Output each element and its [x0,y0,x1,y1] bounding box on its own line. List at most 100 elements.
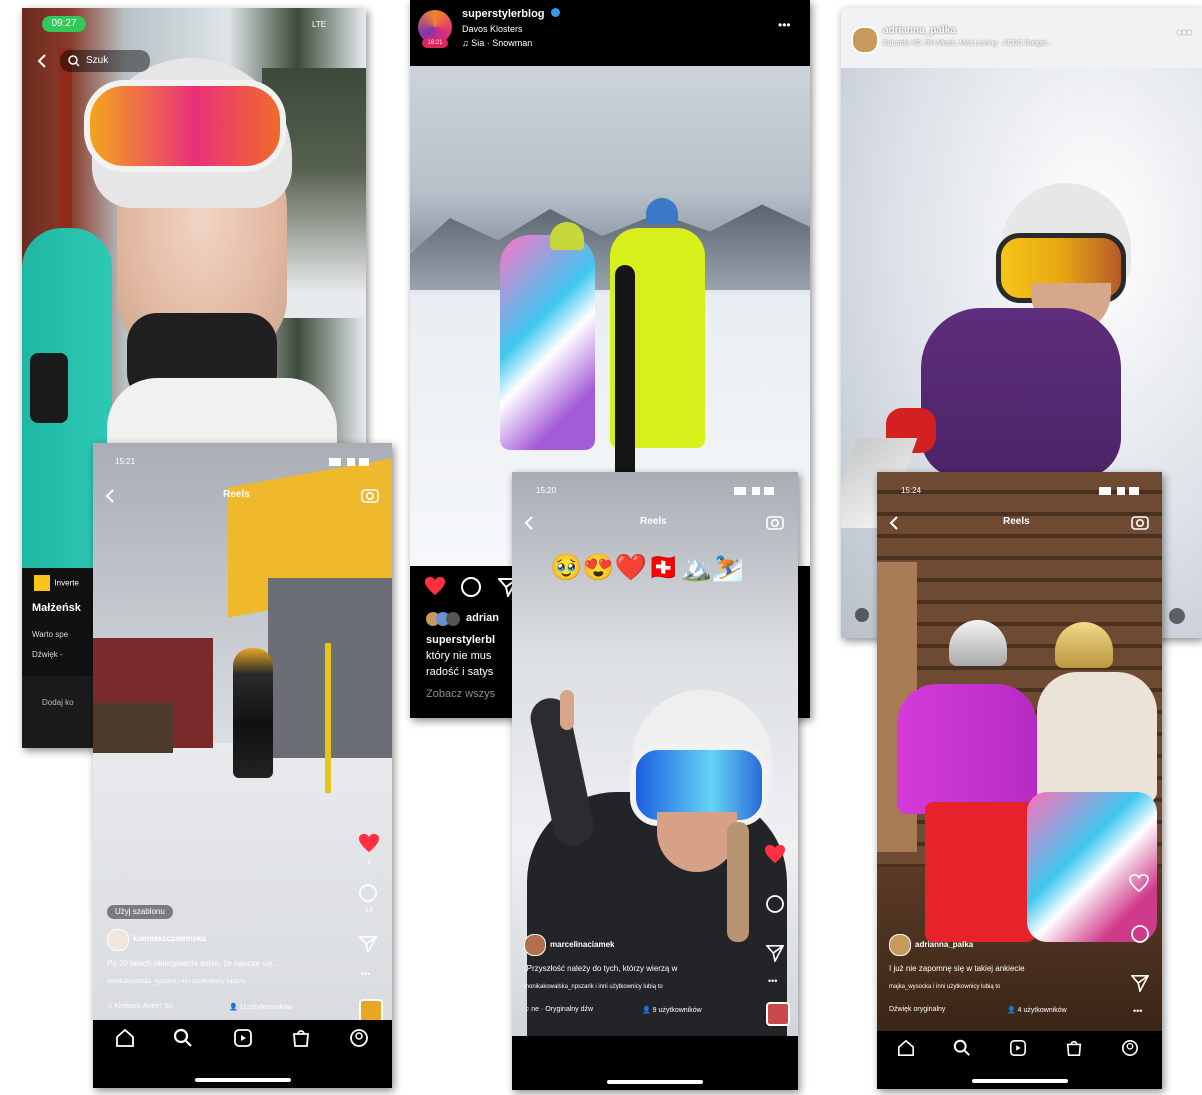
music-note-icon: ♫ [107,1003,113,1010]
audio-label[interactable]: ♫ Kimberly Anne) Su [107,1003,172,1010]
people-count[interactable]: 👤 11 użytkowników [229,1003,292,1011]
tagged-likes[interactable]: monikakowalska_npszarik i inni użytkowni… [524,984,663,990]
creator-avatar[interactable] [524,934,546,956]
reel-caption[interactable]: I już nie zapomnę się w takiej ankiecie [889,964,1025,973]
person-icon: 👤 [642,1007,651,1014]
comment-icon[interactable] [358,883,380,905]
avatar[interactable] [851,26,879,54]
status-icons [1099,487,1139,495]
comment-icon[interactable] [765,894,787,916]
home-icon[interactable] [115,1028,137,1050]
liked-by-text[interactable]: adrian [466,612,499,624]
people-count[interactable]: 👤 4 użytkowników [1007,1006,1067,1014]
audio-label[interactable]: ♫ ne · Oryginalny dźw [524,1006,593,1013]
more-icon[interactable]: ••• [768,976,777,986]
comment-input[interactable]: Dodaj ko [42,698,74,707]
creator-avatar[interactable] [107,929,129,951]
shop-icon[interactable] [1065,1039,1087,1061]
audio-thumb[interactable] [766,1002,790,1026]
like-icon[interactable] [424,576,446,601]
reels-header: Reels [223,489,250,500]
search-icon[interactable] [173,1028,195,1050]
search-text: Szuk [86,55,109,66]
story-music[interactable]: Eduardo XD, RH Music, Matt Lowing · ACDC… [883,40,1052,47]
profile-icon[interactable] [1121,1039,1143,1061]
post-more-icon[interactable]: ••• [778,18,791,32]
search-bar[interactable]: Szuk [60,50,150,72]
back-icon[interactable] [105,489,115,508]
reel-caption[interactable]: Po 20 latach obiecywania sobie, że naucz… [107,959,279,968]
like-heart-icon[interactable] [764,844,786,866]
person-right-helmet [646,198,678,224]
more-icon[interactable]: ••• [1177,24,1192,40]
creator-username[interactable]: marcelinaciamek [550,940,615,949]
back-icon[interactable] [36,54,48,68]
bottom-nav [877,1031,1162,1089]
pointing-finger [560,690,574,730]
people-count[interactable]: 👤 9 użytkowników [642,1006,702,1014]
more-icon[interactable]: ••• [361,969,370,979]
screenshot-reels-goggles: 15:20 Reels 🥹😍❤️🇨🇭🏔️⛷️ ••• marcelinaciam… [512,472,798,1090]
red-pants [925,802,1035,942]
back-icon[interactable] [524,516,534,535]
creator-avatar[interactable] [889,934,911,956]
more-icon[interactable]: ••• [1133,1006,1142,1016]
screenshot-reels-chairlift: 15:21 Reels 1 14 ••• Użyj szablonu kamil… [93,443,392,1088]
use-template-button[interactable]: Użyj szablonu [107,905,173,919]
post-username-text: superstylerblog [462,8,545,20]
post-location[interactable]: Davos Klosters [462,24,523,34]
audio-label[interactable]: Dźwięk oryginalny [889,1006,945,1013]
creator-username[interactable]: kamilaszczawinska [133,934,206,943]
tagged-likes[interactable]: monikakowalska_npszarik i inni użytkowni… [107,979,246,985]
home-icon[interactable] [897,1039,919,1061]
camera-icon[interactable] [766,514,784,535]
screenshot-reels-cabin: 15:24 Reels ••• adrianna_palka I już nie… [877,472,1162,1089]
comment-icon[interactable] [460,576,482,603]
share-icon[interactable] [358,935,381,957]
comment-icon[interactable] [1130,924,1152,946]
story-username[interactable]: adrianna_palka [883,25,956,36]
volume-icon[interactable] [1169,608,1185,624]
like-count: 1 [367,859,371,866]
search-icon[interactable] [953,1039,975,1061]
search-icon [68,54,80,72]
view-all-comments[interactable]: Zobacz wszys [426,688,495,700]
shop-icon[interactable] [291,1028,313,1050]
creator-username[interactable]: adrianna_palka [915,940,973,949]
like-heart-icon[interactable] [358,833,380,855]
profile-icon-left[interactable] [855,608,869,622]
skier-figure [233,648,273,778]
share-icon[interactable] [765,944,788,966]
camera-icon[interactable] [361,487,379,508]
share-icon[interactable] [1130,974,1153,996]
profile-icon[interactable] [349,1028,371,1050]
post-username[interactable]: superstylerblog [462,8,560,20]
liked-by-avatars[interactable] [426,612,460,626]
tagged-likes[interactable]: majka_wysocka i inni użytkownicy lubią t… [889,984,1000,990]
home-indicator [194,1078,291,1082]
reels-icon[interactable] [233,1028,255,1050]
goggles [84,80,286,172]
reel-caption[interactable]: „Przyszłość należy do tych, którzy wierz… [524,964,677,973]
post-music-text: Sia · Snowman [471,38,533,48]
status-time: 15:20 [536,486,557,495]
comment-count: 14 [365,907,373,914]
reels-icon[interactable] [1009,1039,1031,1061]
caption-username[interactable]: superstylerbl [426,634,495,646]
sound-label[interactable]: Dźwięk - [32,650,63,659]
back-icon[interactable] [889,516,899,535]
verified-icon [550,8,560,17]
like-heart-icon[interactable] [1129,873,1151,896]
emoji-overlay: 🥹😍❤️🇨🇭🏔️⛷️ [550,552,745,582]
video-title: Małżeńsk [32,602,81,614]
ski-binding [30,353,68,423]
inverte-badge[interactable]: Inverte [34,574,79,591]
caption-line-3: radość i satys [426,666,494,678]
post-music[interactable]: ♫ Sia · Snowman [462,38,532,48]
people-count-text: 9 użytkowników [652,1007,702,1014]
camera-icon[interactable] [1131,514,1149,535]
home-indicator [971,1079,1068,1083]
home-indicator [607,1080,703,1084]
music-note-icon: ♫ [462,38,469,48]
patterned-pants [1027,792,1157,942]
